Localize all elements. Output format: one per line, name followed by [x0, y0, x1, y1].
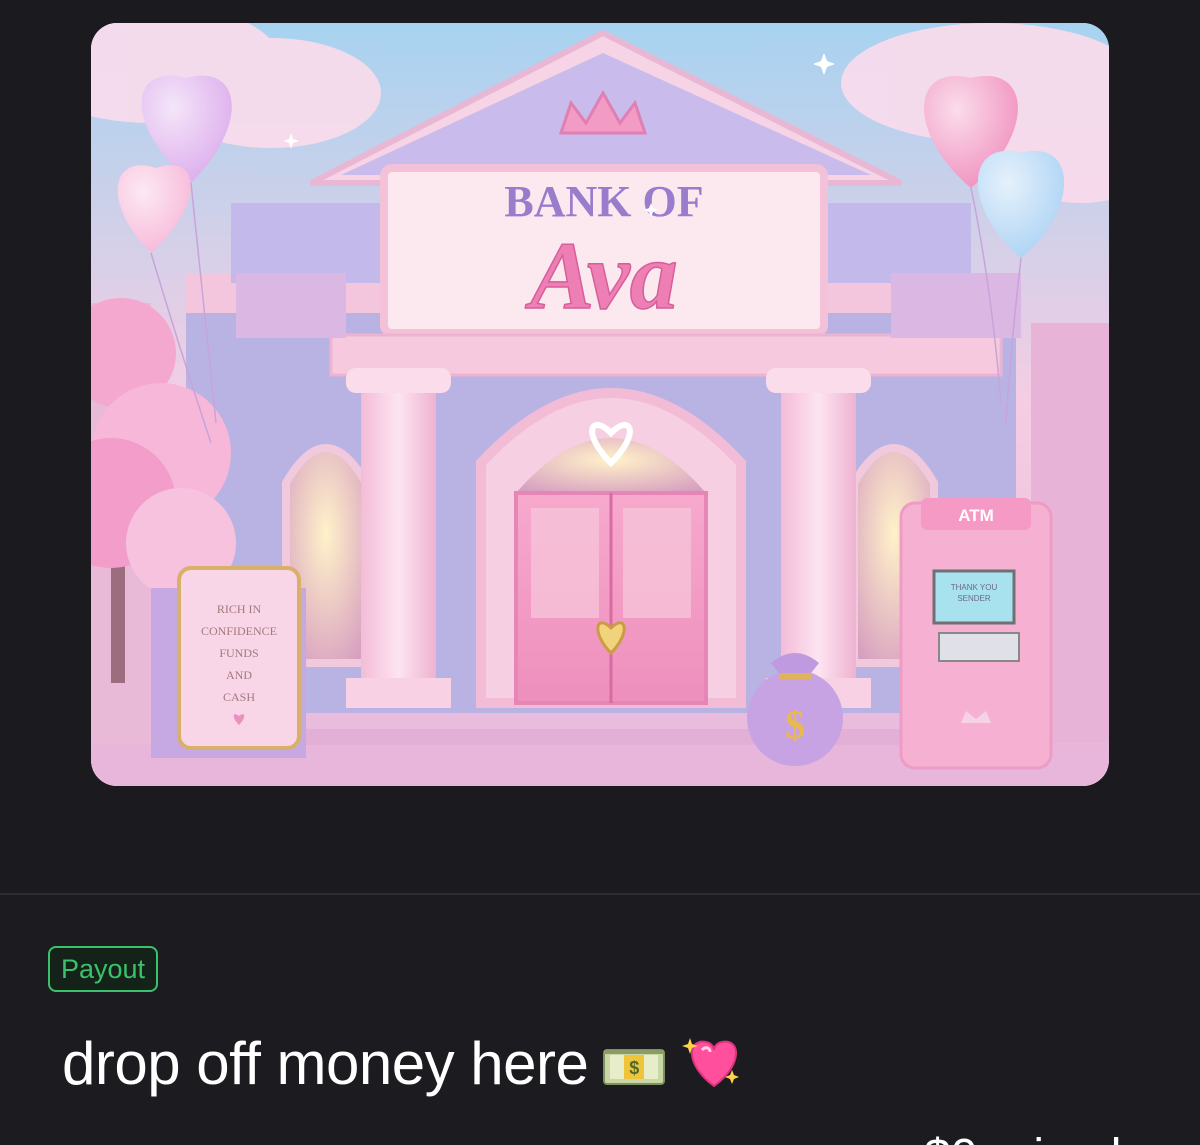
- placard-line: CONFIDENCE: [201, 624, 277, 638]
- placard-line: RICH IN: [217, 602, 262, 616]
- raised-amount-partial: $0 raised: [924, 1127, 1121, 1145]
- svg-text:$: $: [630, 1058, 640, 1078]
- pillar-right: [781, 383, 856, 683]
- atm-machine: ATM THANK YOU SENDER: [899, 498, 1053, 770]
- balcony-right: [891, 273, 1021, 338]
- atm-screen-line: SENDER: [957, 594, 991, 603]
- money-bill-icon: $: [602, 1033, 666, 1107]
- hero-section: BANK OF Ava RICH IN CONFIDENCE FUNDS AND…: [0, 0, 1200, 893]
- sign-line2: Ava: [525, 222, 678, 329]
- atm-screen-line: THANK YOU: [951, 583, 998, 592]
- hero-image[interactable]: BANK OF Ava RICH IN CONFIDENCE FUNDS AND…: [91, 23, 1109, 786]
- sparkling-heart-icon: [680, 1030, 744, 1107]
- balcony-left: [236, 273, 346, 338]
- placard-line: FUNDS: [219, 646, 258, 660]
- atm-label: ATM: [958, 506, 994, 525]
- bank-illustration: BANK OF Ava RICH IN CONFIDENCE FUNDS AND…: [91, 23, 1109, 786]
- post-title-text: drop off money here: [62, 1030, 589, 1097]
- placard: RICH IN CONFIDENCE FUNDS AND CASH: [151, 566, 306, 758]
- post-info: Payout drop off money here $ $0 raised: [0, 895, 1200, 1145]
- post-title: drop off money here $: [62, 1027, 744, 1107]
- placard-line: AND: [226, 668, 252, 682]
- payout-badge: Payout: [48, 946, 159, 992]
- placard-line: CASH: [223, 690, 255, 704]
- bag-symbol: $: [785, 702, 805, 747]
- sign-line1: BANK OF: [504, 177, 703, 226]
- pillar-left: [361, 383, 436, 683]
- atm-keypad: [938, 632, 1020, 662]
